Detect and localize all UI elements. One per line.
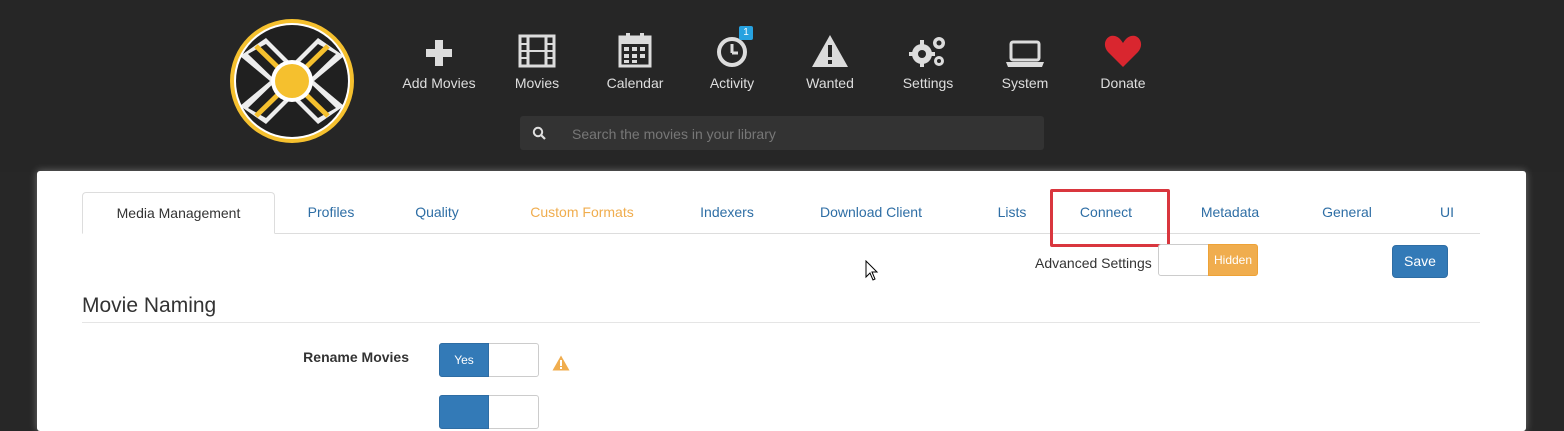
rename-movies-toggle[interactable]: Yes — [439, 343, 539, 377]
movie-search — [520, 116, 1044, 152]
activity-count-badge: 1 — [739, 26, 753, 40]
toggle-on-part — [439, 395, 489, 429]
nav-add-movies[interactable]: Add Movies — [394, 28, 484, 91]
tab-general[interactable]: General — [1302, 192, 1392, 233]
tab-quality[interactable]: Quality — [387, 192, 487, 233]
nav-donate[interactable]: Donate — [1078, 28, 1168, 91]
nav-label: System — [1001, 75, 1049, 91]
tab-download-client[interactable]: Download Client — [796, 192, 946, 233]
tab-ui[interactable]: UI — [1422, 192, 1472, 233]
advanced-settings-label: Advanced Settings — [1035, 255, 1152, 271]
search-icon — [532, 126, 546, 145]
settings-tabs: Media Management Profiles Quality Custom… — [82, 192, 1480, 234]
nav-label: Calendar — [606, 75, 664, 91]
save-button[interactable]: Save — [1392, 245, 1448, 278]
laptop-icon — [980, 28, 1070, 68]
nav-wanted[interactable]: Wanted — [785, 28, 875, 91]
nav-movies[interactable]: Movies — [492, 28, 582, 91]
tab-custom-formats[interactable]: Custom Formats — [502, 192, 662, 233]
nav-label: Wanted — [806, 75, 854, 91]
tab-indexers[interactable]: Indexers — [677, 192, 777, 233]
search-input[interactable] — [570, 116, 1034, 152]
nav-calendar[interactable]: Calendar — [590, 28, 680, 91]
warning-icon — [785, 28, 875, 68]
toggle-yes-label: Yes — [439, 343, 489, 377]
section-title: Movie Naming — [82, 294, 1480, 323]
advanced-settings-toggle[interactable]: Hidden — [1158, 244, 1258, 276]
calendar-icon — [590, 28, 680, 68]
nav-settings[interactable]: Settings — [883, 28, 973, 91]
radarr-logo[interactable] — [226, 16, 358, 146]
nav-label: Movies — [514, 75, 560, 91]
warning-icon — [552, 355, 570, 376]
advanced-state-label: Hidden — [1208, 244, 1258, 276]
tab-lists[interactable]: Lists — [982, 192, 1042, 233]
plus-icon — [394, 28, 484, 68]
nav-activity[interactable]: 1 Activity — [687, 26, 777, 91]
mouse-cursor-icon — [865, 260, 879, 281]
connect-tab-highlight — [1050, 189, 1170, 247]
tab-profiles[interactable]: Profiles — [281, 192, 381, 233]
nav-label: Add Movies — [402, 75, 476, 91]
tab-media-management[interactable]: Media Management — [82, 192, 275, 234]
nav-label: Donate — [1100, 75, 1146, 91]
settings-panel: Media Management Profiles Quality Custom… — [37, 171, 1526, 431]
gears-icon — [883, 28, 973, 68]
nav-label: Settings — [902, 75, 954, 91]
nav-label: Activity — [709, 75, 755, 91]
film-icon — [492, 28, 582, 68]
clock-icon: 1 — [687, 26, 777, 68]
tab-metadata[interactable]: Metadata — [1180, 192, 1280, 233]
nav-system[interactable]: System — [980, 28, 1070, 91]
rename-movies-label: Rename Movies — [303, 349, 409, 365]
next-setting-toggle[interactable] — [439, 395, 539, 429]
app-header: Add Movies Movies Calendar 1 Activity Wa… — [0, 0, 1564, 172]
heart-icon — [1078, 28, 1168, 68]
